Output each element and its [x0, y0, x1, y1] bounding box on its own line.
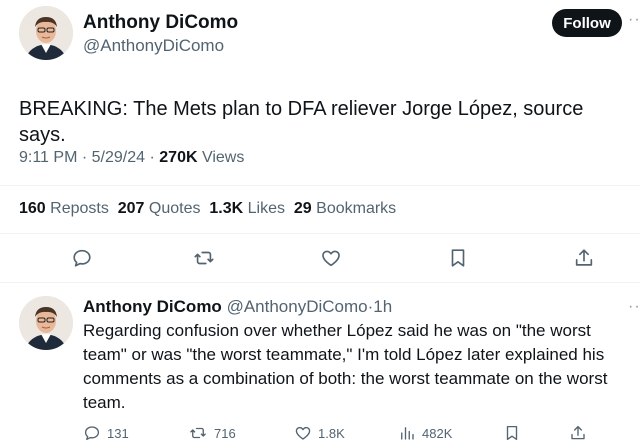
main-author-avatar[interactable] [19, 6, 73, 60]
reply-bookmark-button[interactable] [503, 424, 521, 442]
views-count: 482K [422, 425, 453, 441]
repost-icon [194, 251, 214, 265]
reply-author-handle[interactable]: @AnthonyDiComo [227, 297, 368, 316]
reply-count: 131 [107, 425, 129, 441]
reply-icon [73, 249, 91, 267]
more-icon[interactable]: ·· [628, 298, 640, 316]
tweet-timestamp: 9:11 PM · 5/29/24 · 270K Views [19, 149, 244, 167]
views-icon [401, 427, 414, 440]
main-tweet-text: BREAKING: The Mets plan to DFA reliever … [19, 98, 584, 146]
reply-author-avatar[interactable] [19, 296, 73, 350]
likes-count: 1.3K [209, 200, 244, 217]
reply-icon [84, 426, 100, 441]
repost-button[interactable] [192, 247, 216, 269]
follow-button[interactable]: Follow [552, 9, 622, 37]
reposts-stat[interactable]: 160 Reposts [19, 200, 109, 217]
share-button[interactable] [573, 247, 595, 269]
divider [0, 185, 640, 186]
reply-reply-button[interactable]: 131 [83, 424, 129, 442]
reply-button[interactable] [71, 247, 93, 269]
divider [0, 233, 640, 234]
reply-like-button[interactable]: 1.8K [294, 424, 345, 442]
main-author-handle[interactable]: @AnthonyDiComo [83, 36, 224, 56]
main-author-name[interactable]: Anthony DiComo [83, 12, 238, 34]
engagement-stats: 160 Reposts 207 Quotes 1.3K Likes 29 Boo… [19, 200, 396, 218]
quotes-stat[interactable]: 207 Quotes [118, 200, 201, 217]
bookmark-icon [451, 249, 465, 267]
views-label: Views [201, 149, 245, 166]
share-icon [571, 425, 585, 440]
views-count: 270K [159, 149, 198, 166]
reply-share-button[interactable] [569, 424, 587, 442]
likes-stat[interactable]: 1.3K Likes [209, 200, 285, 217]
likes-label: Likes [247, 200, 285, 217]
quotes-label: Quotes [148, 200, 201, 217]
repost-icon [190, 427, 206, 439]
separator: · [149, 149, 155, 166]
quotes-count: 207 [117, 200, 145, 217]
like-icon [322, 250, 340, 267]
reply-tweet-text: Regarding confusion over whether López s… [83, 321, 608, 412]
like-count: 1.8K [318, 425, 345, 441]
more-icon[interactable]: ·· [628, 11, 640, 29]
separator: · [81, 149, 88, 166]
bookmark-icon [506, 425, 518, 441]
like-icon [295, 426, 311, 440]
tweet-date[interactable]: 5/29/24 [92, 149, 145, 166]
like-button[interactable] [320, 247, 342, 269]
tweet-time[interactable]: 9:11 PM [19, 149, 77, 166]
share-icon [575, 249, 593, 266]
bookmarks-label: Bookmarks [316, 200, 397, 217]
reply-time[interactable]: 1h [373, 297, 392, 316]
repost-count: 716 [214, 425, 236, 441]
reposts-count: 160 [19, 200, 46, 217]
reposts-label: Reposts [50, 200, 109, 217]
divider [0, 282, 640, 283]
reply-author-name[interactable]: Anthony DiComo [83, 297, 222, 316]
bookmarks-count: 29 [293, 200, 312, 217]
bookmark-button[interactable] [447, 247, 469, 269]
bookmarks-stat[interactable]: 29 Bookmarks [294, 200, 396, 217]
reply-views-button[interactable]: 482K [398, 424, 452, 442]
reply-repost-button[interactable]: 716 [188, 424, 236, 442]
reply-header: Anthony DiComo @AnthonyDiComo·1h [83, 297, 392, 317]
